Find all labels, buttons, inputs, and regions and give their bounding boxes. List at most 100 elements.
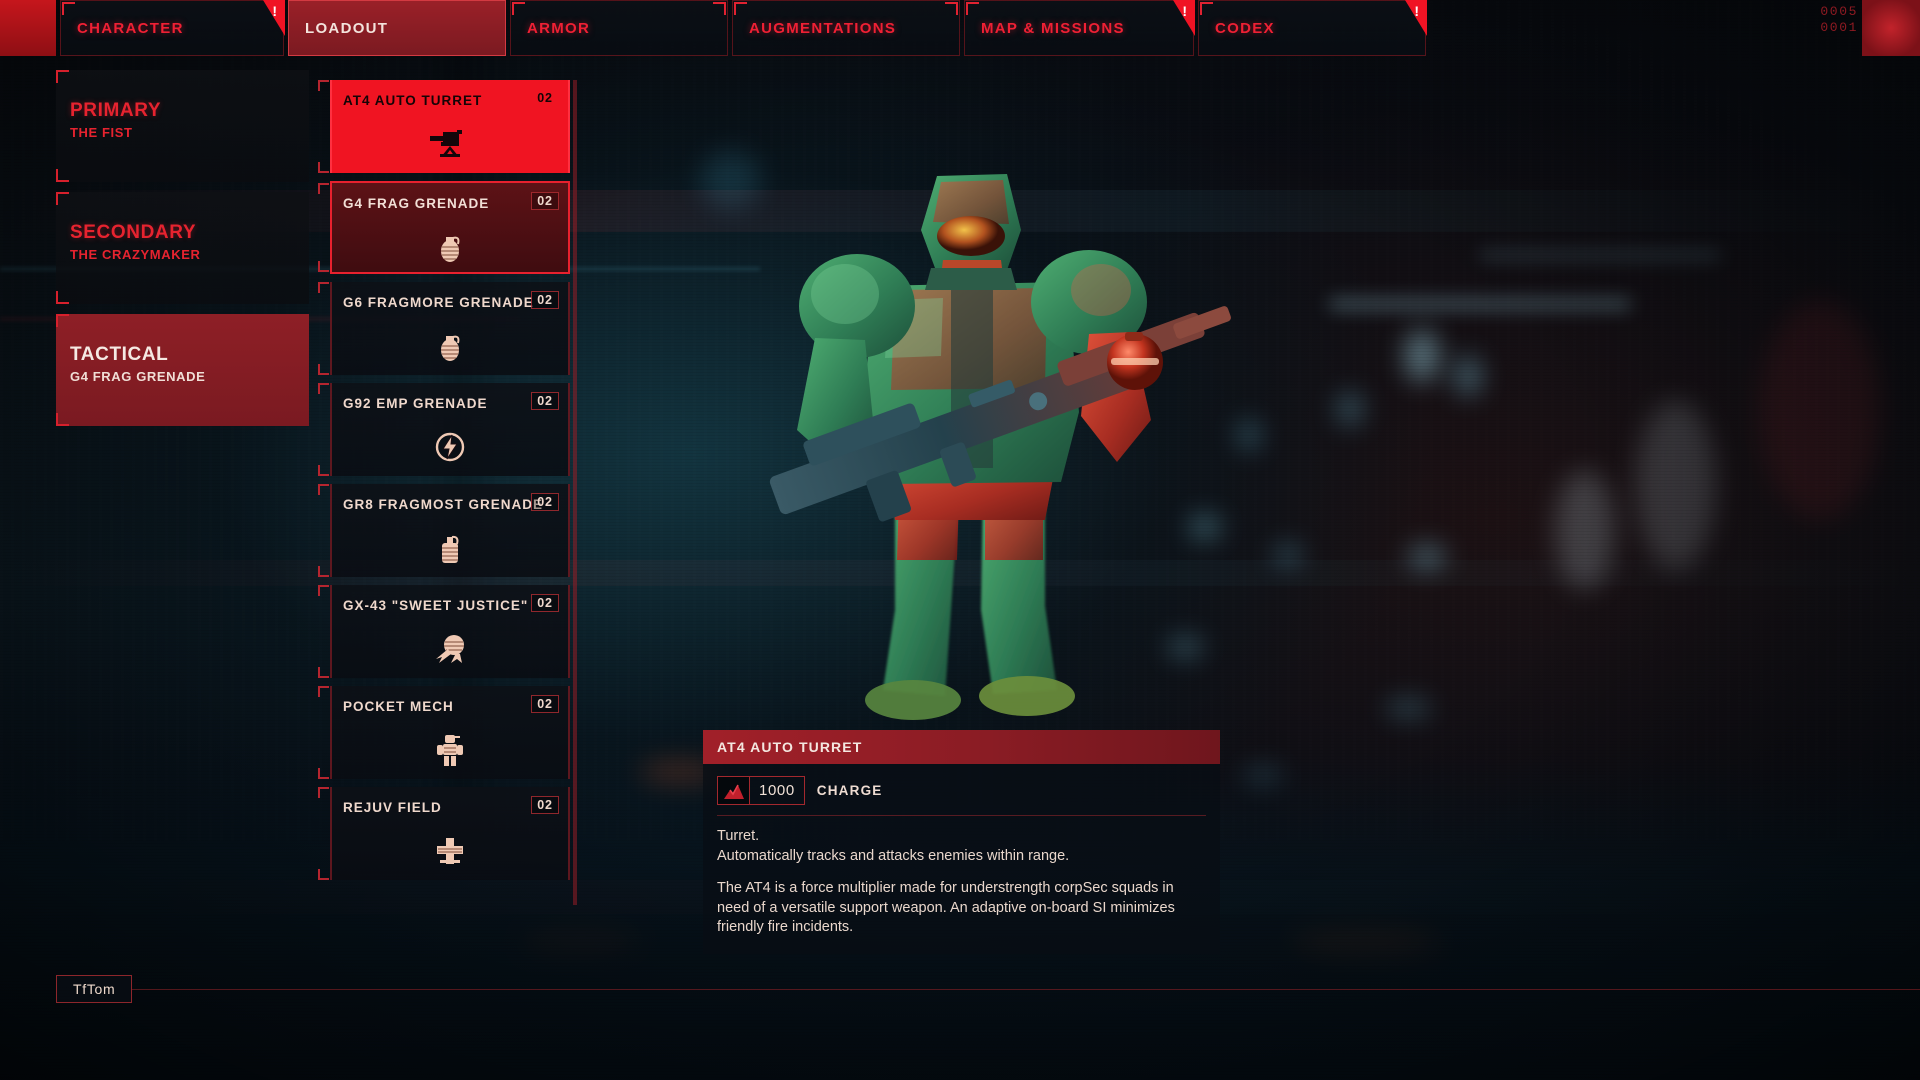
item-list-scroll-rail[interactable] bbox=[573, 80, 577, 905]
city-light bbox=[1760, 300, 1880, 520]
tab-label: AUGMENTATIONS bbox=[749, 19, 897, 37]
item-quantity: 02 bbox=[531, 695, 559, 713]
tab-codex[interactable]: CODEX ! bbox=[1198, 0, 1427, 56]
detail-summary: Turret. Automatically tracks and attacks… bbox=[717, 828, 1070, 864]
item-quantity: 02 bbox=[531, 192, 559, 210]
corner-bracket-icon bbox=[56, 314, 69, 327]
turret-icon bbox=[332, 124, 568, 164]
item-name: AT4 AUTO TURRET bbox=[343, 93, 483, 108]
item-name: G92 EMP GRENADE bbox=[343, 396, 488, 411]
stat-chip: 1000 bbox=[717, 776, 805, 805]
city-light bbox=[1405, 330, 1439, 382]
city-light bbox=[1636, 400, 1716, 570]
item-quantity: 02 bbox=[531, 392, 559, 410]
slot-title: SECONDARY bbox=[70, 222, 197, 243]
corner-bracket-icon bbox=[318, 787, 329, 798]
list-item[interactable]: GX-43 "SWEET JUSTICE" 02 bbox=[318, 585, 570, 678]
tab-label: LOADOUT bbox=[305, 19, 389, 37]
top-navigation-bar: CHARACTER ! LOADOUT ARMOR AUGMENTATIONS … bbox=[0, 0, 1920, 56]
list-item[interactable]: POCKET MECH 02 bbox=[318, 686, 570, 779]
item-quantity: 02 bbox=[531, 796, 559, 814]
corner-bracket-icon bbox=[56, 70, 69, 83]
slot-tactical[interactable]: TACTICAL G4 FRAG GRENADE bbox=[56, 314, 309, 426]
list-item[interactable]: G4 FRAG GRENADE 02 bbox=[318, 181, 570, 274]
corner-bracket-icon bbox=[318, 686, 329, 697]
corner-bracket-icon bbox=[318, 383, 329, 394]
corner-bracket-icon bbox=[56, 192, 69, 205]
stat-value: 1000 bbox=[749, 777, 804, 804]
tab-map-missions[interactable]: MAP & MISSIONS ! bbox=[964, 0, 1195, 56]
equipped-slot-list: PRIMARY THE FIST SECONDARY THE CRAZYMAKE… bbox=[56, 70, 309, 436]
player-name: TfTom bbox=[56, 975, 133, 1003]
tab-character[interactable]: CHARACTER ! bbox=[60, 0, 285, 56]
city-light bbox=[1455, 356, 1481, 396]
tab-augmentations[interactable]: AUGMENTATIONS bbox=[732, 0, 960, 56]
city-light bbox=[1338, 392, 1362, 426]
corner-bracket-icon bbox=[56, 169, 69, 182]
item-list: AT4 AUTO TURRET 02 G4 FRAG GRENADE 02 G6… bbox=[318, 80, 570, 888]
slot-equipped-name: THE CRAZYMAKER bbox=[70, 247, 201, 262]
tab-label: MAP & MISSIONS bbox=[981, 19, 1125, 37]
item-quantity: 02 bbox=[531, 493, 559, 511]
counter-bottom-value: 0001 bbox=[1820, 20, 1858, 36]
item-quantity: 02 bbox=[531, 291, 559, 309]
slot-secondary[interactable]: SECONDARY THE CRAZYMAKER bbox=[56, 192, 309, 304]
slot-equipped-name: THE FIST bbox=[70, 125, 133, 140]
item-detail-panel: AT4 AUTO TURRET 1000 CHARGE Turret. Auto… bbox=[703, 730, 1220, 954]
slot-primary[interactable]: PRIMARY THE FIST bbox=[56, 70, 309, 182]
nav-left-accent-block bbox=[0, 0, 56, 56]
corner-bracket-icon bbox=[318, 183, 329, 194]
mech-icon bbox=[332, 730, 568, 770]
slot-title: TACTICAL bbox=[70, 344, 169, 365]
corner-bracket-icon bbox=[318, 282, 329, 293]
notification-mark: ! bbox=[1414, 3, 1419, 19]
list-item[interactable]: AT4 AUTO TURRET 02 bbox=[318, 80, 570, 173]
list-item[interactable]: GR8 FRAGMOST GRENADE 02 bbox=[318, 484, 570, 577]
corner-bracket-icon bbox=[734, 2, 747, 15]
item-quantity: 02 bbox=[531, 594, 559, 612]
tab-label: ARMOR bbox=[527, 19, 591, 37]
grenade-icon bbox=[332, 227, 568, 267]
corner-bracket-icon bbox=[318, 364, 329, 375]
light-streak bbox=[1480, 252, 1720, 258]
canister-icon bbox=[332, 528, 568, 568]
list-item[interactable]: G6 FRAGMORE GRENADE 02 bbox=[318, 282, 570, 375]
shock-burst-icon bbox=[332, 629, 568, 669]
tab-label: CHARACTER bbox=[77, 19, 184, 37]
city-light bbox=[1385, 700, 1431, 716]
list-item[interactable]: REJUV FIELD 02 bbox=[318, 787, 570, 880]
grenade-icon bbox=[332, 326, 568, 366]
corner-bracket-icon bbox=[318, 162, 329, 173]
session-counter: 0005 0001 bbox=[1820, 4, 1858, 37]
item-name: REJUV FIELD bbox=[343, 800, 442, 815]
corner-bracket-icon bbox=[56, 413, 69, 426]
medcross-icon bbox=[332, 831, 568, 871]
corner-bracket-icon bbox=[945, 2, 958, 15]
tab-armor[interactable]: ARMOR bbox=[510, 0, 728, 56]
corner-bracket-icon bbox=[318, 80, 329, 91]
corner-bracket-icon bbox=[318, 566, 329, 577]
corner-bracket-icon bbox=[56, 291, 69, 304]
tab-loadout[interactable]: LOADOUT bbox=[288, 0, 506, 56]
tab-strip: CHARACTER ! LOADOUT ARMOR AUGMENTATIONS … bbox=[56, 0, 1920, 56]
corner-bracket-icon bbox=[318, 869, 329, 880]
slot-title: PRIMARY bbox=[70, 100, 162, 121]
slot-equipped-name: G4 FRAG GRENADE bbox=[70, 369, 206, 384]
item-name: GR8 FRAGMOST GRENADE bbox=[343, 497, 544, 512]
corner-bracket-icon bbox=[318, 484, 329, 495]
nav-right-accent-block bbox=[1862, 0, 1920, 56]
item-name: G6 FRAGMORE GRENADE bbox=[343, 295, 534, 310]
corner-bracket-icon bbox=[1200, 2, 1213, 15]
list-item[interactable]: G92 EMP GRENADE 02 bbox=[318, 383, 570, 476]
corner-bracket-icon bbox=[318, 465, 329, 476]
stat-row: 1000 CHARGE bbox=[717, 776, 1206, 816]
corner-bracket-icon bbox=[318, 667, 329, 678]
detail-lore: The AT4 is a force multiplier made for u… bbox=[717, 880, 1175, 936]
item-name: G4 FRAG GRENADE bbox=[343, 196, 490, 211]
corner-bracket-icon bbox=[318, 261, 329, 272]
corner-bracket-icon bbox=[318, 768, 329, 779]
corner-bracket-icon bbox=[318, 585, 329, 596]
player-tag-rule bbox=[132, 988, 1920, 990]
emp-bolt-icon bbox=[332, 427, 568, 467]
corner-bracket-icon bbox=[713, 2, 726, 15]
